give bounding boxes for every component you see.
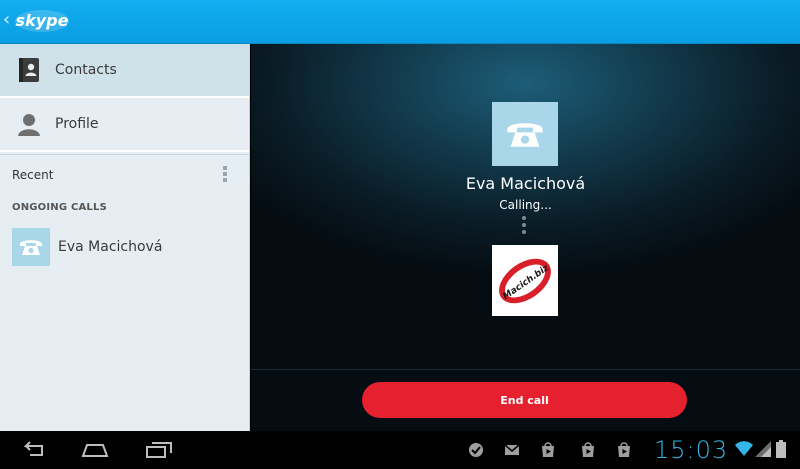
back-icon[interactable]: [18, 440, 46, 460]
action-bar: ‹ skype: [0, 0, 800, 44]
my-avatar: Macich.biz: [492, 245, 558, 316]
divider: [251, 369, 800, 370]
play-store-icon[interactable]: [580, 442, 596, 458]
ongoing-calls-header: ONGOING CALLS: [12, 202, 107, 213]
clock[interactable]: 15:03: [654, 436, 728, 464]
telephone-icon: [507, 123, 543, 147]
ongoing-call-item[interactable]: Eva Macichová: [0, 225, 249, 269]
sidebar-item-label: Profile: [55, 116, 99, 132]
call-contact-name: Eva Macichová: [58, 239, 163, 255]
sidebar: Contacts Profile Recent ONGOING CALLS Ev…: [0, 44, 250, 431]
recent-label: Recent: [12, 167, 54, 182]
play-store-icon[interactable]: [616, 442, 632, 458]
wifi-icon: [735, 441, 753, 456]
sidebar-item-contacts[interactable]: Contacts: [0, 44, 249, 98]
callee-name: Eva Macichová: [465, 174, 586, 193]
callee-avatar: [492, 102, 558, 166]
sidebar-item-profile[interactable]: Profile: [0, 98, 249, 152]
end-call-button[interactable]: End call: [362, 382, 687, 418]
up-chevron-icon[interactable]: ‹: [3, 10, 10, 30]
play-store-icon[interactable]: [540, 442, 556, 458]
home-icon[interactable]: [80, 440, 110, 460]
person-icon: [18, 114, 40, 136]
battery-icon: [776, 440, 786, 458]
skype-logo-text: skype: [16, 11, 69, 30]
recent-apps-icon[interactable]: [144, 440, 174, 460]
system-bar: 15:03: [0, 431, 800, 469]
overflow-menu-icon[interactable]: [223, 166, 229, 184]
mail-icon[interactable]: [504, 442, 520, 458]
telephone-icon: [20, 240, 42, 255]
skype-logo[interactable]: skype: [14, 8, 70, 34]
sidebar-item-label: Contacts: [55, 62, 117, 78]
recent-section-header: Recent: [0, 154, 249, 194]
contacts-book-icon: [19, 58, 39, 82]
call-avatar: [12, 228, 50, 266]
connection-dots: [522, 216, 528, 237]
signal-icon: [755, 441, 771, 457]
macich-logo: Macich.biz: [499, 258, 551, 304]
call-panel: Eva Macichová Calling... Macich.biz End …: [251, 44, 800, 431]
check-bubble-icon[interactable]: [468, 442, 484, 458]
call-status: Calling...: [499, 198, 552, 212]
